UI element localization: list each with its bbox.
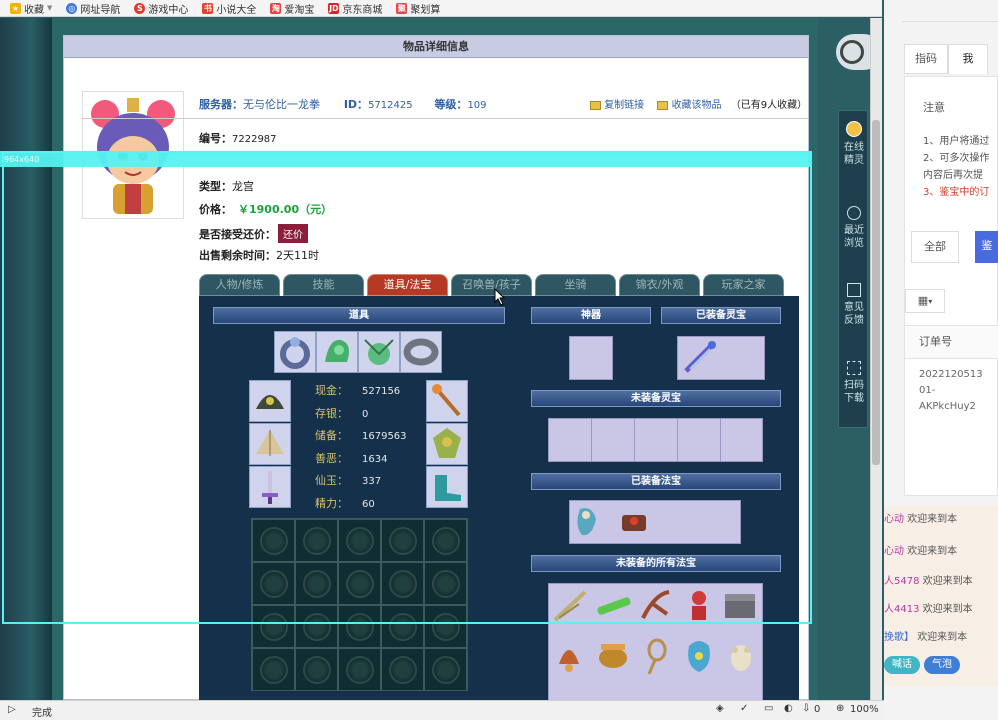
favorite-count: （已有9人收藏） bbox=[730, 100, 808, 111]
clock-icon bbox=[847, 206, 861, 220]
bookmarks-bar: ★ 收藏 ▼ ◎ 网址导航 S 游戏中心 书小说大全 淘爱淘宝 JD 京东商城 聚聚划算 bbox=[0, 0, 882, 17]
chevron-down-icon: ▾ bbox=[928, 297, 933, 306]
filter-all-button[interactable]: 全部 bbox=[911, 231, 959, 263]
bookmark-games[interactable]: S 游戏中心 bbox=[134, 1, 188, 16]
juhuasuan-icon: 聚 bbox=[396, 2, 408, 14]
inventory-slot[interactable] bbox=[338, 648, 381, 691]
link-icon bbox=[590, 100, 601, 110]
download-icon[interactable]: ⇩ bbox=[802, 703, 810, 714]
page-title: 物品详细信息 bbox=[64, 36, 808, 58]
order-column-header: 订单号 bbox=[905, 325, 998, 359]
chevron-down-icon: ▼ bbox=[47, 4, 53, 12]
bookmark-juhuasuan[interactable]: 聚聚划算 bbox=[396, 1, 440, 16]
divider bbox=[82, 118, 808, 119]
server-value: 无与伦比一龙拳 bbox=[243, 98, 320, 111]
chat-line: 挽歌】 欢迎来到本 bbox=[884, 632, 968, 643]
taobao-icon: 淘 bbox=[270, 2, 282, 14]
bookmark-novels[interactable]: 书小说大全 bbox=[202, 1, 256, 16]
panel-top bbox=[902, 0, 998, 22]
item-actions: 复制链接 收藏该物品 （已有9人收藏） bbox=[590, 96, 807, 111]
globe-icon: ◎ bbox=[66, 2, 78, 14]
order-number[interactable]: 2022120513 01- AKPkcHuy2 bbox=[919, 367, 983, 415]
inventory-slot[interactable] bbox=[424, 648, 467, 691]
audio-icon[interactable]: ◐ bbox=[784, 703, 793, 714]
download-count: 0 bbox=[814, 704, 821, 715]
level-value: 109 bbox=[467, 100, 487, 111]
sidebar-recent[interactable]: 最近 浏览 bbox=[839, 206, 869, 250]
zoom-level[interactable]: 100% bbox=[850, 704, 879, 715]
favorite-item-button[interactable]: 收藏该物品 bbox=[672, 100, 722, 111]
server-row: 服务器：无与伦比一龙拳 ID：5712425 等级：109 bbox=[199, 98, 487, 111]
grid-icon: ▦ bbox=[917, 294, 929, 307]
panel-tab-2[interactable]: 我 bbox=[948, 44, 988, 74]
notice-lines: 1、用户将通过 2、可多次操作 内容后再次提 3、鉴宝中的订 bbox=[923, 136, 990, 198]
panel-tab-1[interactable]: 指码 bbox=[904, 44, 948, 74]
chat-area: 心动 欢迎来到本 心动 欢迎来到本 人5478 欢迎来到本 人4413 欢迎来到… bbox=[884, 506, 998, 686]
filter-appraise-button[interactable]: 鉴 bbox=[975, 231, 998, 263]
chat-line: 心动 欢迎来到本 bbox=[884, 514, 958, 525]
sidebar-download[interactable]: 扫码 下载 bbox=[839, 361, 869, 405]
bookmark-favorites[interactable]: ★ 收藏 ▼ bbox=[10, 1, 52, 16]
avatar-icon bbox=[846, 121, 862, 137]
edit-icon bbox=[847, 283, 861, 297]
sidebar-online-sprite[interactable]: 在线 精灵 bbox=[839, 121, 869, 167]
check-icon[interactable]: ✓ bbox=[740, 703, 748, 714]
copy-link-button[interactable]: 复制链接 bbox=[604, 100, 644, 111]
number-row: 编号：7222987 bbox=[199, 132, 277, 145]
status-text: 完成 bbox=[32, 708, 52, 719]
shield-icon[interactable]: ◈ bbox=[716, 703, 724, 714]
star-icon: ★ bbox=[10, 2, 21, 14]
shout-button[interactable]: 喊话 bbox=[884, 656, 920, 674]
qq-icon bbox=[840, 40, 864, 64]
inventory-slot[interactable] bbox=[381, 648, 424, 691]
bookmark-taobao[interactable]: 淘爱淘宝 bbox=[270, 1, 314, 16]
chat-line: 人4413 欢迎来到本 bbox=[884, 604, 973, 615]
folder-icon bbox=[657, 100, 669, 110]
zoom-icon[interactable]: ⊕ bbox=[836, 703, 844, 714]
chat-line: 心动 欢迎来到本 bbox=[884, 546, 958, 557]
floating-sidebar: 在线 精灵 最近 浏览 意见 反馈 扫码 下载 bbox=[838, 110, 868, 428]
window-icon[interactable]: ▭ bbox=[764, 703, 773, 714]
browser-status-bar: ▷ 完成 ◈ ✓ ▭ ◐ ⇩ 0 ⊕ 100% bbox=[0, 700, 884, 720]
game-icon: S bbox=[134, 2, 146, 14]
inventory-slot[interactable] bbox=[295, 648, 338, 691]
book-icon: 书 bbox=[202, 2, 214, 14]
bubble-button[interactable]: 气泡 bbox=[924, 656, 960, 674]
status-icon: ▷ bbox=[8, 704, 16, 715]
notice-card: 注意 1、用户将通过 2、可多次操作 内容后再次提 3、鉴宝中的订 全部 鉴 ▦… bbox=[904, 76, 998, 496]
scrollbar-thumb[interactable] bbox=[872, 120, 880, 465]
notice-title: 注意 bbox=[923, 101, 945, 114]
jd-icon: JD bbox=[328, 2, 340, 14]
sidebar-feedback[interactable]: 意见 反馈 bbox=[839, 283, 869, 327]
selection-overlay bbox=[2, 151, 812, 624]
inventory-slot[interactable] bbox=[252, 648, 295, 691]
bookmark-nav[interactable]: ◎ 网址导航 bbox=[66, 1, 120, 16]
chat-line: 人5478 欢迎来到本 bbox=[884, 576, 973, 587]
right-side-panel: 指码 我 注意 1、用户将通过 2、可多次操作 内容后再次提 3、鉴宝中的订 全… bbox=[884, 0, 998, 720]
id-value: 5712425 bbox=[368, 100, 413, 111]
bookmark-jd[interactable]: JD 京东商城 bbox=[328, 1, 382, 16]
panel-tabs: 指码 我 bbox=[904, 44, 994, 76]
number-value: 7222987 bbox=[232, 134, 277, 145]
qr-icon bbox=[847, 361, 861, 375]
view-toggle[interactable]: ▦▾ bbox=[905, 289, 945, 313]
